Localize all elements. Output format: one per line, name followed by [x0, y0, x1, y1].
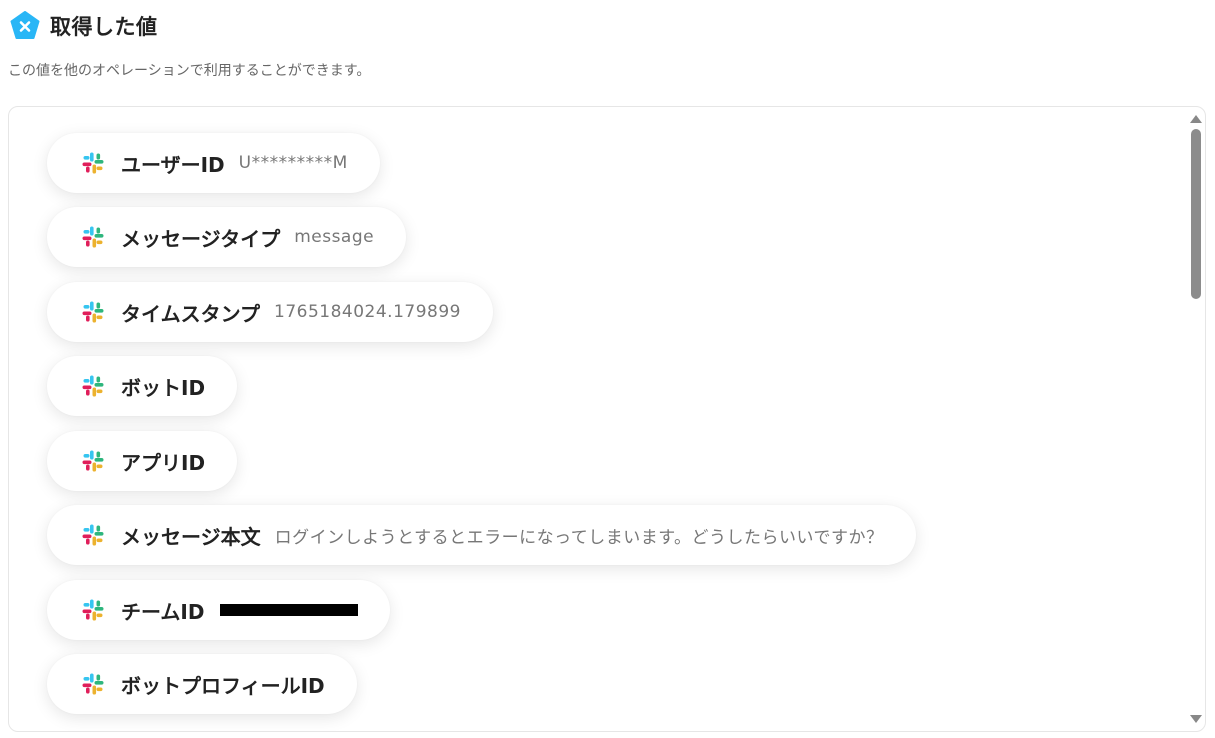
value-label: ボットID	[121, 375, 206, 400]
values-panel: ユーザーID U*********M メッセージタイプ message タイムス…	[8, 106, 1206, 732]
value-chip-message-type[interactable]: メッセージタイプ message	[47, 207, 407, 267]
value-label: アプリID	[121, 450, 206, 475]
slack-icon	[82, 450, 104, 472]
scrollbar-thumb[interactable]	[1191, 129, 1201, 299]
value-label: メッセージ本文	[121, 524, 261, 549]
header: 取得した値	[10, 10, 158, 42]
value-chip-message-body[interactable]: メッセージ本文 ログインしようとするとエラーになってしまいます。どうしたらいいで…	[47, 505, 916, 565]
slack-icon	[82, 152, 104, 174]
value-chip-user-id[interactable]: ユーザーID U*********M	[47, 133, 380, 193]
value-text: ログインしようとするとエラーになってしまいます。どうしたらいいですか？	[274, 527, 884, 548]
slack-icon	[82, 226, 104, 248]
slack-icon	[82, 599, 104, 621]
value-chip-app-id[interactable]: アプリID	[47, 431, 238, 491]
value-text: U*********M	[238, 153, 348, 173]
page-subtitle: この値を他のオペレーションで利用することができます。	[8, 63, 371, 79]
value-label: ボットプロフィールID	[121, 673, 325, 698]
slack-icon	[82, 673, 104, 695]
value-chip-bot-profile-id[interactable]: ボットプロフィールID	[47, 654, 357, 714]
value-label: メッセージタイプ	[121, 226, 281, 251]
value-label: ユーザーID	[121, 152, 225, 177]
slack-icon	[82, 375, 104, 397]
scroll-up-arrow-icon[interactable]	[1190, 115, 1202, 123]
value-chip-bot-id[interactable]: ボットID	[47, 356, 238, 416]
yoom-logo-icon	[10, 11, 40, 39]
page-title: 取得した値	[50, 15, 158, 39]
scroll-down-arrow-icon[interactable]	[1190, 715, 1202, 723]
value-text: 1765184024.179899	[274, 302, 461, 322]
slack-icon	[82, 524, 104, 546]
value-text: message	[294, 227, 375, 247]
value-label: チームID	[121, 599, 205, 624]
redacted-value	[220, 604, 359, 616]
value-label: タイムスタンプ	[121, 301, 260, 326]
value-chip-team-id[interactable]: チームID	[47, 580, 391, 640]
slack-icon	[82, 301, 104, 323]
value-chip-timestamp[interactable]: タイムスタンプ 1765184024.179899	[47, 282, 493, 342]
vertical-scrollbar[interactable]	[1187, 107, 1205, 731]
